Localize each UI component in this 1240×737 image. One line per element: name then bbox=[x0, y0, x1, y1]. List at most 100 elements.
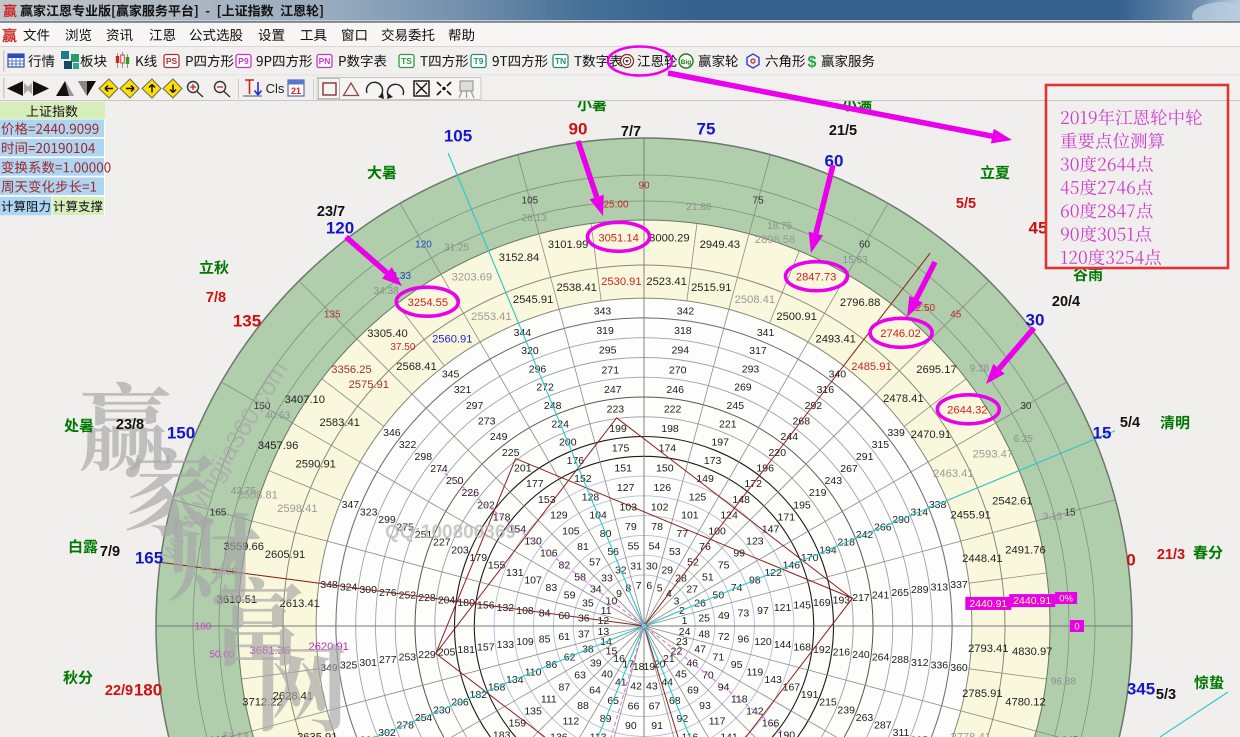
svg-text:67: 67 bbox=[649, 700, 661, 712]
svg-text:P9: P9 bbox=[238, 56, 249, 66]
svg-text:87: 87 bbox=[559, 682, 571, 694]
svg-text:53: 53 bbox=[669, 546, 681, 558]
svg-text:318: 318 bbox=[674, 325, 692, 337]
svg-text:31: 31 bbox=[630, 560, 642, 572]
svg-text:177: 177 bbox=[526, 478, 544, 490]
svg-text:2500.91: 2500.91 bbox=[776, 311, 816, 323]
svg-text:2470.91: 2470.91 bbox=[911, 429, 951, 441]
svg-text:173: 173 bbox=[704, 455, 722, 467]
svg-text:105: 105 bbox=[522, 196, 539, 207]
svg-text:2898.58: 2898.58 bbox=[755, 234, 795, 246]
svg-text:21/3: 21/3 bbox=[1157, 547, 1185, 563]
svg-text:215: 215 bbox=[819, 697, 837, 709]
svg-text:277: 277 bbox=[379, 654, 397, 666]
svg-text:75: 75 bbox=[697, 120, 716, 139]
svg-text:0: 0 bbox=[1126, 551, 1135, 570]
svg-text:43.75: 43.75 bbox=[231, 486, 256, 497]
svg-text:PN: PN bbox=[319, 56, 331, 66]
svg-text:97: 97 bbox=[757, 605, 769, 617]
svg-text:30: 30 bbox=[1026, 311, 1045, 330]
svg-text:0%: 0% bbox=[1059, 594, 1073, 605]
svg-text:301: 301 bbox=[359, 657, 377, 669]
svg-text:2542.61: 2542.61 bbox=[992, 496, 1032, 508]
svg-text:75: 75 bbox=[718, 560, 730, 572]
svg-text:3000.29: 3000.29 bbox=[649, 232, 689, 244]
svg-text:5/5: 5/5 bbox=[956, 196, 976, 212]
svg-text:240: 240 bbox=[852, 649, 870, 661]
svg-text:247: 247 bbox=[604, 384, 622, 396]
svg-text:135: 135 bbox=[324, 310, 341, 321]
svg-text:297: 297 bbox=[466, 400, 484, 412]
svg-text:23/7: 23/7 bbox=[317, 204, 345, 220]
svg-text:265: 265 bbox=[891, 587, 909, 599]
svg-text:112: 112 bbox=[563, 716, 580, 728]
svg-text:311: 311 bbox=[893, 727, 910, 737]
svg-text:5: 5 bbox=[657, 583, 663, 595]
svg-text:223: 223 bbox=[607, 404, 625, 416]
svg-text:179: 179 bbox=[470, 552, 488, 564]
svg-text:2593.47: 2593.47 bbox=[973, 448, 1013, 460]
svg-text:343: 343 bbox=[594, 306, 612, 318]
svg-text:347: 347 bbox=[342, 499, 360, 511]
svg-text:82: 82 bbox=[559, 560, 571, 572]
svg-text:21/5: 21/5 bbox=[829, 123, 857, 139]
svg-text:34.38: 34.38 bbox=[374, 286, 399, 297]
svg-text:239: 239 bbox=[837, 704, 855, 716]
svg-text:341: 341 bbox=[757, 327, 775, 339]
svg-text:45: 45 bbox=[950, 310, 962, 321]
svg-text:345: 345 bbox=[1127, 680, 1155, 699]
svg-text:123: 123 bbox=[746, 535, 764, 547]
svg-text:2568.41: 2568.41 bbox=[396, 361, 436, 373]
svg-text:203: 203 bbox=[451, 544, 469, 556]
svg-text:2440.91: 2440.91 bbox=[1013, 595, 1051, 607]
svg-text:226: 226 bbox=[462, 487, 480, 499]
svg-text:91: 91 bbox=[651, 720, 663, 732]
svg-text:64: 64 bbox=[589, 684, 601, 696]
svg-text:241: 241 bbox=[872, 589, 890, 601]
svg-text:3203.69: 3203.69 bbox=[452, 272, 492, 284]
svg-text:3.13: 3.13 bbox=[1043, 512, 1063, 523]
svg-text:7/9: 7/9 bbox=[100, 544, 120, 560]
svg-text:3051.14: 3051.14 bbox=[598, 232, 638, 244]
svg-text:291: 291 bbox=[856, 451, 874, 463]
svg-text:PS: PS bbox=[166, 56, 178, 66]
svg-text:25.00: 25.00 bbox=[603, 199, 628, 210]
svg-text:195: 195 bbox=[793, 499, 811, 511]
svg-text:319: 319 bbox=[596, 325, 614, 337]
svg-text:81: 81 bbox=[577, 541, 589, 553]
svg-text:169: 169 bbox=[813, 597, 831, 609]
svg-text:33: 33 bbox=[601, 572, 613, 584]
svg-text:174: 174 bbox=[659, 443, 677, 455]
svg-text:3407.10: 3407.10 bbox=[285, 394, 325, 406]
svg-text:295: 295 bbox=[599, 345, 617, 357]
svg-text:145: 145 bbox=[793, 600, 811, 612]
svg-text:75: 75 bbox=[753, 196, 765, 207]
svg-text:105: 105 bbox=[444, 127, 472, 146]
svg-text:39: 39 bbox=[590, 658, 602, 670]
svg-text:2590.91: 2590.91 bbox=[295, 459, 335, 471]
svg-text:245: 245 bbox=[727, 400, 745, 412]
svg-text:45: 45 bbox=[1029, 219, 1048, 238]
svg-text:9.38: 9.38 bbox=[970, 364, 990, 375]
svg-text:165: 165 bbox=[135, 549, 163, 568]
svg-text:294: 294 bbox=[672, 345, 690, 357]
svg-text:23: 23 bbox=[676, 636, 688, 648]
svg-text:2478.41: 2478.41 bbox=[883, 393, 923, 405]
svg-text:117: 117 bbox=[709, 716, 726, 728]
svg-text:5/4: 5/4 bbox=[1120, 415, 1140, 431]
svg-text:191: 191 bbox=[801, 689, 819, 701]
svg-text:2448.41: 2448.41 bbox=[962, 553, 1002, 565]
svg-text:20/4: 20/4 bbox=[1052, 294, 1080, 310]
svg-text:37: 37 bbox=[578, 628, 590, 640]
svg-text:95: 95 bbox=[731, 659, 743, 671]
svg-text:2455.91: 2455.91 bbox=[950, 510, 990, 522]
svg-text:96: 96 bbox=[738, 634, 750, 646]
svg-text:273: 273 bbox=[478, 416, 496, 428]
svg-text:171: 171 bbox=[778, 511, 796, 523]
svg-text:2847.73: 2847.73 bbox=[796, 272, 836, 284]
svg-text:147: 147 bbox=[762, 523, 780, 535]
svg-text:287: 287 bbox=[874, 719, 892, 731]
svg-text:229: 229 bbox=[418, 649, 436, 661]
svg-text:199: 199 bbox=[609, 423, 627, 435]
svg-text:2491.76: 2491.76 bbox=[1005, 545, 1045, 557]
